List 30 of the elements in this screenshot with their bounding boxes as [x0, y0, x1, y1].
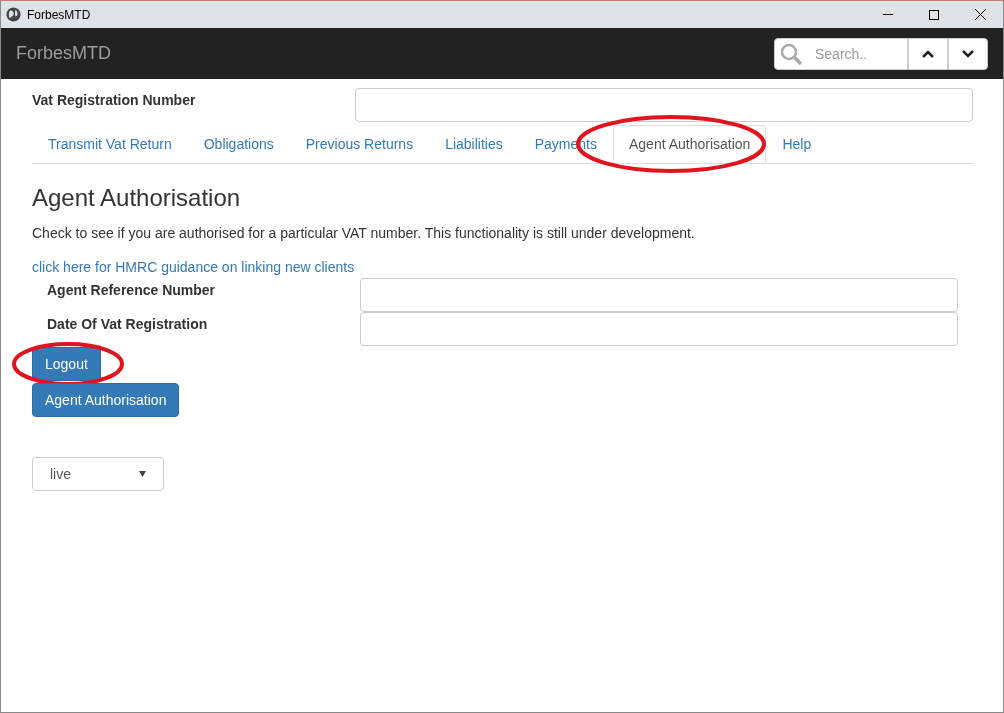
- field-label: Agent Reference Number: [47, 281, 217, 300]
- minimize-icon: [883, 14, 893, 15]
- chevron-down-icon: [962, 49, 974, 58]
- input-field[interactable]: [360, 312, 958, 346]
- input-field[interactable]: [360, 278, 958, 312]
- search-field[interactable]: Search..: [774, 37, 908, 70]
- field-label: Date Of Vat Registration: [47, 315, 209, 334]
- window-title: ForbesMTD: [27, 6, 91, 24]
- field-label: Vat Registration Number: [32, 91, 197, 110]
- next-button[interactable]: [948, 37, 988, 70]
- maximize-icon: [929, 9, 939, 20]
- guidance-link[interactable]: click here for HMRC guidance on linking new clients: [32, 257, 355, 278]
- vat-number-field[interactable]: [355, 88, 973, 122]
- page-heading: Agent Authorisation: [32, 184, 242, 212]
- environment-select[interactable]: live: [32, 457, 164, 491]
- previous-button[interactable]: [908, 37, 948, 70]
- description-text: Check to see if you are authorised for a particular VAT number. This functionality is still under development.: [32, 224, 696, 243]
- tab[interactable]: Agent Authorisation: [613, 125, 767, 163]
- dropdown-arrow-icon: [139, 471, 146, 477]
- tab[interactable]: Liabilities: [429, 125, 519, 163]
- tab[interactable]: Help: [766, 125, 828, 163]
- action-button[interactable]: Logout: [32, 347, 101, 381]
- action-button[interactable]: Agent Authorisation: [32, 383, 180, 417]
- close-icon: [974, 9, 986, 20]
- tab[interactable]: Transmit Vat Return: [32, 125, 188, 163]
- search-icon: [780, 42, 802, 65]
- brand-title[interactable]: ForbesMTD: [16, 40, 111, 67]
- tab[interactable]: Previous Returns: [289, 125, 430, 163]
- tab[interactable]: Obligations: [187, 125, 290, 163]
- chevron-up-icon: [922, 49, 934, 58]
